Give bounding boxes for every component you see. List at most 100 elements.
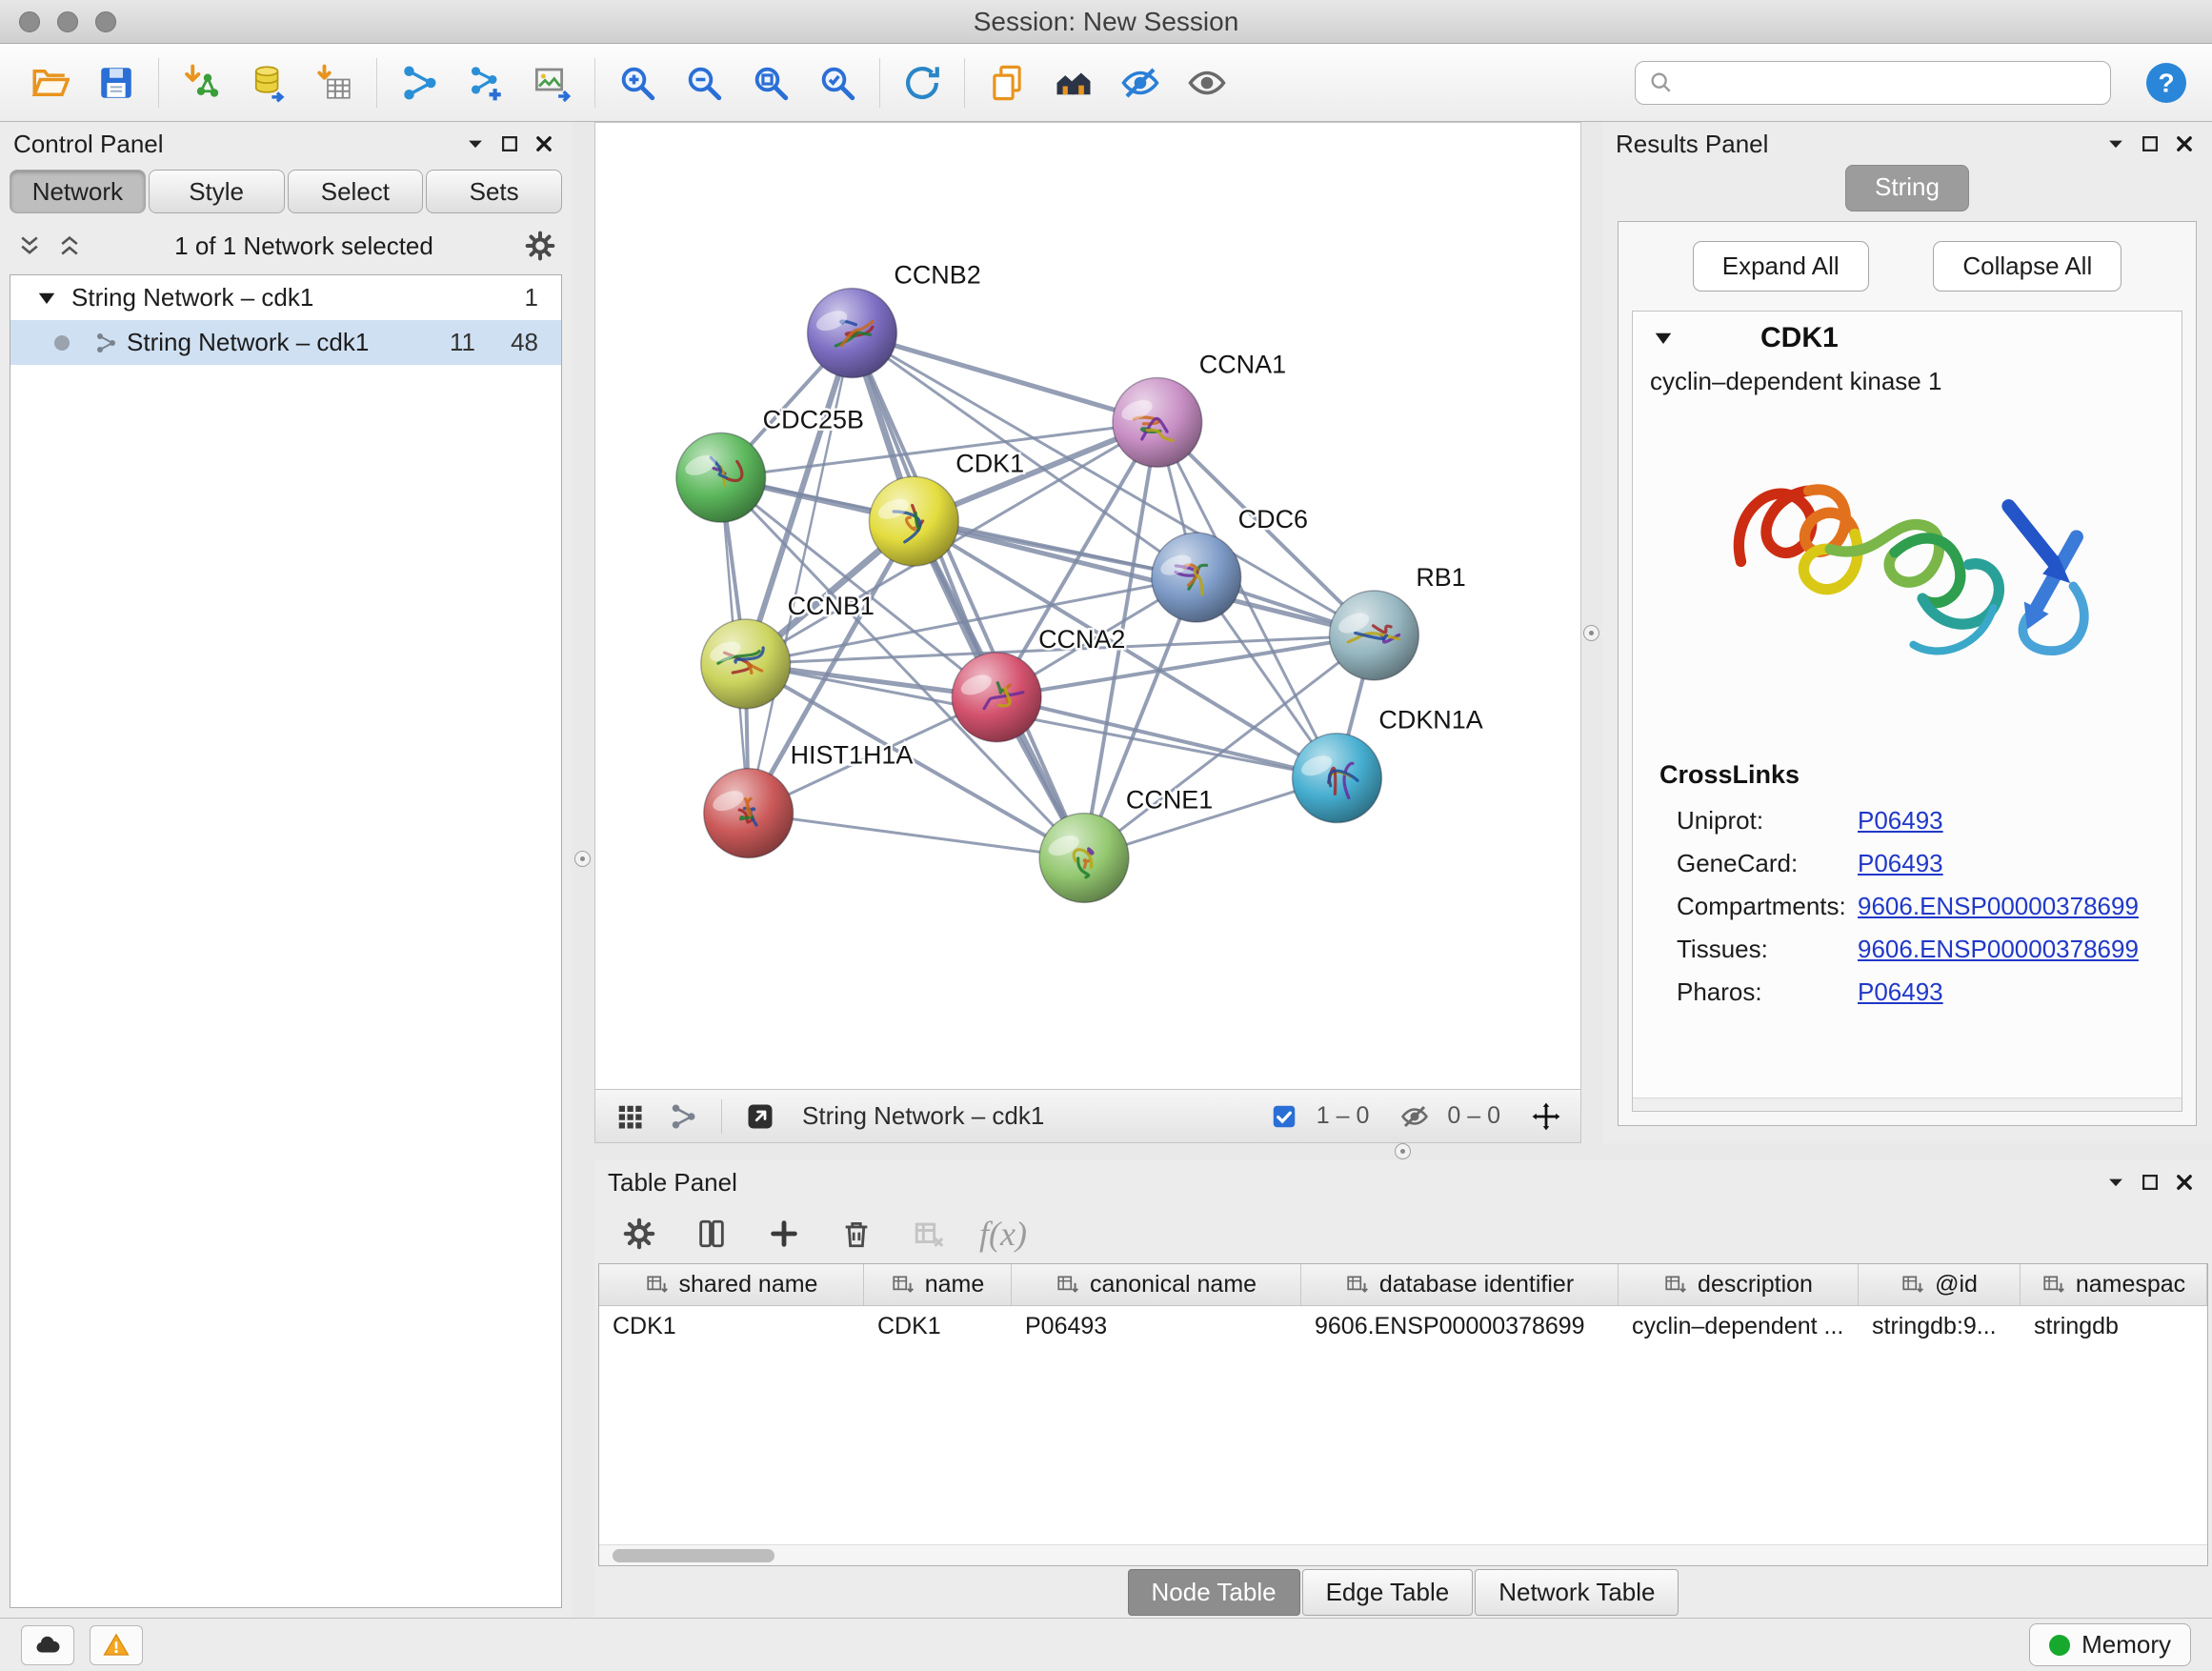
table-cell[interactable]: CDK1	[599, 1306, 864, 1346]
network-node-CCNB2[interactable]: CCNB2	[808, 261, 981, 378]
control-panel-close-button[interactable]	[530, 130, 558, 158]
memory-button[interactable]: Memory	[2029, 1623, 2191, 1666]
export-image-button[interactable]	[524, 54, 581, 111]
expand-all-results-button[interactable]: Expand All	[1693, 241, 1869, 292]
import-network-file-button[interactable]	[172, 54, 230, 111]
scrollbar-thumb[interactable]	[613, 1549, 774, 1562]
crosslink-link[interactable]: 9606.ENSP00000378699	[1858, 935, 2139, 964]
column-header-name[interactable]: name	[864, 1264, 1012, 1305]
network-canvas[interactable]: CCNB2CCNA1CDC25BCDK1CDC6RB1CCNB1CCNA2CDK…	[595, 123, 1580, 1089]
cloud-status-button[interactable]	[21, 1625, 74, 1665]
table-panel-close-button[interactable]	[2170, 1168, 2199, 1197]
control-panel-float-button[interactable]	[495, 130, 524, 158]
add-column-button[interactable]	[762, 1212, 806, 1256]
tab-edge-table[interactable]: Edge Table	[1302, 1569, 1474, 1616]
network-node-CCNA1[interactable]: CCNA1	[1113, 350, 1286, 467]
delete-column-button[interactable]	[835, 1212, 878, 1256]
network-node-CCNE1[interactable]: CCNE1	[1039, 786, 1213, 903]
tab-string[interactable]: String	[1845, 165, 1969, 211]
tab-network-table[interactable]: Network Table	[1475, 1569, 1679, 1616]
network-options-button[interactable]	[522, 228, 558, 264]
tab-sets[interactable]: Sets	[426, 170, 562, 213]
network-node-CDKN1A[interactable]: CDKN1A	[1293, 706, 1483, 823]
help-button[interactable]: ?	[2142, 58, 2191, 108]
crosslink-link[interactable]: 9606.ENSP00000378699	[1858, 892, 2139, 921]
results-panel-close-button[interactable]	[2170, 130, 2199, 158]
close-window-button[interactable]	[19, 11, 40, 32]
zoom-fit-button[interactable]	[742, 54, 799, 111]
detach-view-button[interactable]	[739, 1096, 781, 1137]
right-vertical-splitter[interactable]	[1581, 122, 1602, 1143]
zoom-window-button[interactable]	[95, 11, 116, 32]
minimize-window-button[interactable]	[57, 11, 78, 32]
search-input[interactable]	[1635, 61, 2111, 105]
grid-view-button[interactable]	[609, 1096, 651, 1137]
tab-network[interactable]: Network	[10, 170, 146, 213]
houses-button[interactable]	[1045, 54, 1102, 111]
table-cell[interactable]: stringdb:9...	[1859, 1306, 2021, 1346]
network-node-CCNB1[interactable]: CCNB1	[701, 592, 875, 709]
collapse-all-results-button[interactable]: Collapse All	[1933, 241, 2122, 292]
column-header-description[interactable]: description	[1619, 1264, 1859, 1305]
network-node-HIST1H1A[interactable]: HIST1H1A	[704, 741, 914, 858]
show-all-button[interactable]	[1178, 54, 1236, 111]
horizontal-splitter[interactable]	[594, 1143, 2212, 1160]
tab-style[interactable]: Style	[149, 170, 285, 213]
network-graph[interactable]: CCNB2CCNA1CDC25BCDK1CDC6RB1CCNB1CCNA2CDK…	[595, 123, 1580, 1089]
crosslink-link[interactable]: P06493	[1858, 849, 1943, 878]
column-header-namespac[interactable]: namespac	[2021, 1264, 2207, 1305]
column-header--id[interactable]: @id	[1859, 1264, 2021, 1305]
zoom-in-button[interactable]	[609, 54, 666, 111]
open-session-button[interactable]	[21, 54, 78, 111]
right-splitter-handle[interactable]	[1583, 625, 1599, 641]
results-scrollbar[interactable]	[1633, 1097, 2182, 1111]
table-settings-button[interactable]	[617, 1212, 661, 1256]
left-splitter-handle[interactable]	[574, 851, 591, 867]
hide-selected-button[interactable]	[1112, 54, 1169, 111]
tree-collapse-icon[interactable]	[35, 287, 58, 310]
left-vertical-splitter[interactable]	[572, 122, 594, 1618]
results-panel-float-button[interactable]	[2136, 130, 2164, 158]
column-header-database-identifier[interactable]: database identifier	[1301, 1264, 1619, 1305]
zoom-selected-button[interactable]	[809, 54, 866, 111]
refresh-layout-button[interactable]	[894, 54, 951, 111]
hidden-elements-button[interactable]	[1394, 1096, 1436, 1137]
column-header-canonical-name[interactable]: canonical name	[1012, 1264, 1301, 1305]
network-overview-button[interactable]	[662, 1096, 704, 1137]
selected-nodes-button[interactable]	[1263, 1096, 1305, 1137]
section-collapse-icon[interactable]	[1652, 327, 1675, 350]
table-cell[interactable]: stringdb	[2021, 1306, 2207, 1346]
table-horizontal-scrollbar[interactable]	[599, 1544, 2207, 1565]
new-network-button[interactable]	[391, 54, 448, 111]
table-panel-menu-button[interactable]	[2101, 1168, 2130, 1197]
import-table-file-button[interactable]	[306, 54, 363, 111]
table-cell[interactable]: 9606.ENSP00000378699	[1301, 1306, 1619, 1346]
tab-node-table[interactable]: Node Table	[1128, 1569, 1300, 1616]
pan-mode-button[interactable]	[1525, 1096, 1567, 1137]
warnings-button[interactable]	[90, 1625, 143, 1665]
collapse-all-button[interactable]	[13, 230, 46, 262]
clone-network-button[interactable]	[457, 54, 514, 111]
tab-select[interactable]: Select	[288, 170, 424, 213]
table-cell[interactable]: CDK1	[864, 1306, 1012, 1346]
crosslink-link[interactable]: P06493	[1858, 977, 1943, 1007]
clear-table-button[interactable]	[907, 1212, 951, 1256]
network-node-RB1[interactable]: RB1	[1330, 563, 1466, 680]
horizontal-splitter-handle[interactable]	[1395, 1143, 1411, 1159]
column-header-shared-name[interactable]: shared name	[599, 1264, 864, 1305]
function-builder-button[interactable]: f(x)	[979, 1214, 1027, 1254]
control-panel-menu-button[interactable]	[461, 130, 490, 158]
table-cell[interactable]: cyclin–dependent ...	[1619, 1306, 1859, 1346]
table-panel-float-button[interactable]	[2136, 1168, 2164, 1197]
save-session-button[interactable]	[88, 54, 145, 111]
crosslink-link[interactable]: P06493	[1858, 806, 1943, 836]
import-network-database-button[interactable]	[239, 54, 296, 111]
network-row-selected[interactable]: String Network – cdk1 11 48	[10, 320, 561, 365]
results-panel-menu-button[interactable]	[2101, 130, 2130, 158]
zoom-out-button[interactable]	[675, 54, 733, 111]
table-row[interactable]: CDK1CDK1P064939606.ENSP00000378699cyclin…	[599, 1306, 2207, 1346]
copy-document-button[interactable]	[978, 54, 1036, 111]
expand-all-button[interactable]	[53, 230, 86, 262]
show-columns-button[interactable]	[690, 1212, 734, 1256]
table-cell[interactable]: P06493	[1012, 1306, 1301, 1346]
